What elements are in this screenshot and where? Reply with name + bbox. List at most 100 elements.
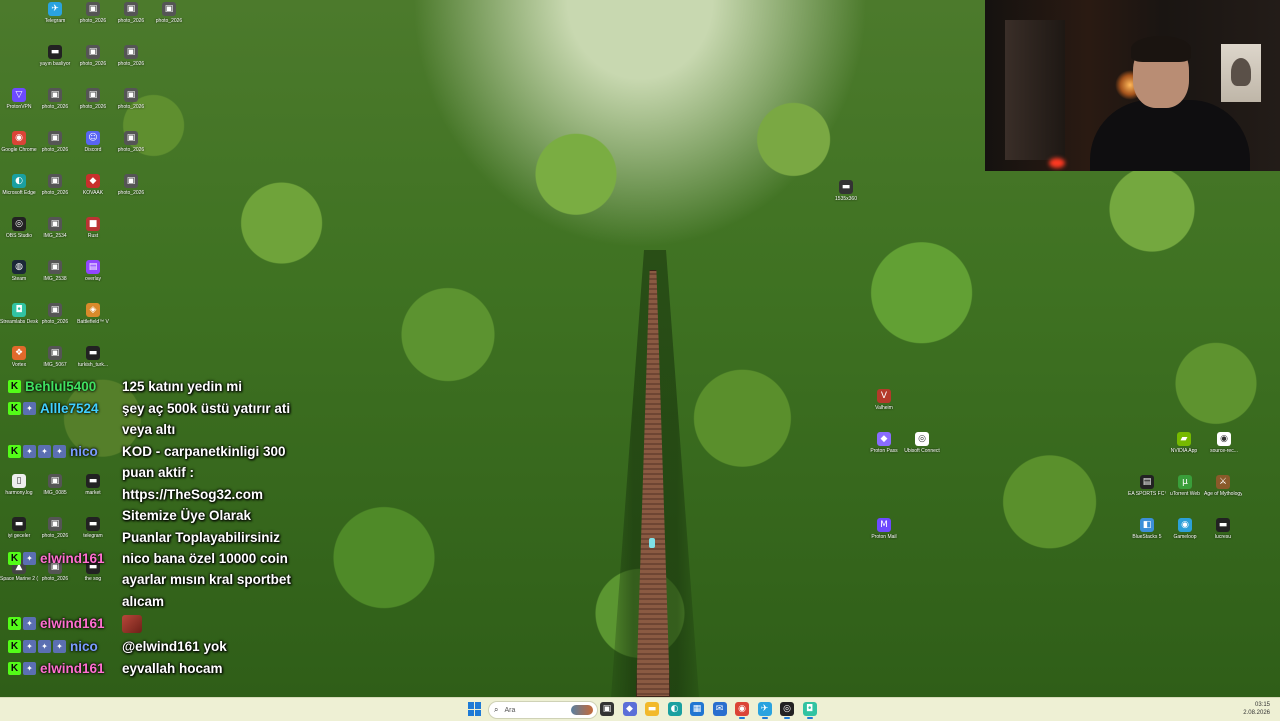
- desktop-icon[interactable]: ▣ IMG_0085: [36, 474, 74, 496]
- chat-message-header: K ✦ Allle7524: [8, 401, 99, 416]
- taskbar-chrome-icon[interactable]: ◉: [735, 702, 749, 719]
- desktop-app-icon: ▣: [48, 474, 62, 488]
- search-highlight-icon: [571, 705, 593, 715]
- desktop-icon[interactable]: ❖ Vortex: [0, 346, 38, 368]
- chat-message-text: KOD - carpanetkinligi 300 puan aktif : h…: [122, 444, 286, 545]
- desktop-icon[interactable]: ▣ photo_2026: [74, 88, 112, 110]
- desktop-icon[interactable]: ⚔ Age of Mythology: [1204, 475, 1242, 497]
- kick-badge-icon: K: [8, 552, 21, 565]
- desktop-icon[interactable]: ◧ BlueStacks 5: [1128, 518, 1166, 540]
- taskbar-edge-icon[interactable]: ◐: [667, 702, 682, 716]
- taskbar-mail-icon[interactable]: ✉: [712, 702, 727, 716]
- desktop-app-icon: ✈: [48, 2, 62, 16]
- desktop-icon[interactable]: ▣ photo_2026: [112, 131, 150, 153]
- desktop-icon[interactable]: ◉ Gameloop: [1166, 518, 1204, 540]
- desktop-icon[interactable]: ▣ IMG_5067: [36, 346, 74, 368]
- desktop-icon[interactable]: ▬ iyi geceler: [0, 517, 38, 539]
- desktop-icon[interactable]: ▬ telegram: [74, 517, 112, 539]
- webcam-red-light: [1049, 158, 1065, 168]
- desktop-icon[interactable]: ▬ 1535x360: [827, 180, 865, 202]
- desktop-icon[interactable]: ▣ photo_2026: [112, 45, 150, 67]
- desktop-icon-label: Battlefield™ V: [77, 319, 109, 325]
- desktop-icon[interactable]: ✈ Telegram: [36, 2, 74, 24]
- desktop-icon[interactable]: ◆ Proton Pass: [865, 432, 903, 454]
- desktop-app-icon: ◍: [12, 260, 26, 274]
- desktop-app-icon: ▣: [48, 131, 62, 145]
- desktop-icon[interactable]: μ uTorrent Web: [1166, 475, 1204, 497]
- taskbar-file-explorer-icon[interactable]: ▬: [645, 702, 659, 716]
- desktop-icon[interactable]: ◉ source-rec...: [1205, 432, 1243, 454]
- kick-badge-icon: K: [8, 380, 21, 393]
- desktop-icon[interactable]: ▣ photo_2026: [112, 2, 150, 24]
- desktop-icon[interactable]: ☺ Discord: [74, 131, 112, 153]
- desktop-app-icon: ■: [86, 217, 100, 231]
- desktop-icon[interactable]: ▤ overlay: [74, 260, 112, 282]
- desktop-app-icon: ▣: [86, 2, 100, 16]
- desktop-icon[interactable]: ▣ photo_2026: [36, 303, 74, 325]
- desktop-icon-label: turkish_turk...: [77, 362, 108, 368]
- desktop-icon[interactable]: ▣ photo_2026: [36, 174, 74, 196]
- desktop-app-icon: ▣: [48, 217, 62, 231]
- desktop-icon[interactable]: ◈ Battlefield™ V: [74, 303, 112, 325]
- desktop-icon-label: Microsoft Edge: [2, 190, 36, 196]
- taskbar-streamlabs-icon[interactable]: ◘: [802, 702, 817, 719]
- desktop-icon[interactable]: ▽ ProtonVPN: [0, 88, 38, 110]
- desktop-app-icon: ▬: [86, 474, 100, 488]
- desktop-icon[interactable]: ▬ turkish_turk...: [74, 346, 112, 368]
- desktop-icon[interactable]: ▣ photo_2026: [112, 88, 150, 110]
- desktop-icon[interactable]: ▣ photo_2026: [74, 2, 112, 24]
- start-button[interactable]: [468, 702, 482, 716]
- desktop-icon-label: photo_2026: [117, 147, 145, 153]
- desktop-icon[interactable]: ▣ photo_2026: [112, 174, 150, 196]
- system-clock[interactable]: 03:15 2.08.2026: [1243, 701, 1270, 717]
- webcam-person-body: [1090, 100, 1250, 171]
- taskbar-obs-icon[interactable]: ◎: [780, 702, 794, 719]
- desktop-icon[interactable]: ▣ photo_2026: [36, 517, 74, 539]
- desktop-app-icon: ◎: [915, 432, 929, 446]
- desktop-icon[interactable]: ▬ lucresu: [1204, 518, 1242, 540]
- desktop-icon[interactable]: ▣ photo_2026: [74, 45, 112, 67]
- windows-logo-tile: [475, 709, 481, 716]
- desktop-app-icon: ▬: [48, 45, 62, 59]
- user-badge-icon: ✦: [53, 445, 66, 458]
- desktop-icon[interactable]: V Valheim: [865, 389, 903, 411]
- user-badge-icon: ✦: [23, 640, 36, 653]
- taskbar-store-icon[interactable]: ▦: [690, 702, 704, 716]
- desktop-icon-label: iyi geceler: [7, 533, 31, 539]
- desktop-icon[interactable]: ◎ OBS Studio: [0, 217, 38, 239]
- desktop-icon[interactable]: M Proton Mail: [865, 518, 903, 540]
- desktop-icon-label: harmony.log: [5, 490, 33, 496]
- taskbar-search-box[interactable]: ⌕ Ara: [488, 701, 598, 719]
- desktop-icon[interactable]: ■ Rust: [74, 217, 112, 239]
- taskbar-telegram-icon[interactable]: ✈: [757, 702, 772, 719]
- desktop-app-icon: μ: [1178, 475, 1192, 489]
- desktop-icon[interactable]: ▰ NVIDIA App: [1165, 432, 1203, 454]
- kick-badge-icon: K: [8, 640, 21, 653]
- desktop-icon[interactable]: ▣ photo_2026: [36, 131, 74, 153]
- desktop-icon[interactable]: ◐ Microsoft Edge: [0, 174, 38, 196]
- desktop-icon[interactable]: ▤ EA SPORTS FC™ 26: [1128, 475, 1166, 497]
- user-badge-icon: ✦: [38, 640, 51, 653]
- desktop-app-icon: ☺: [86, 131, 100, 145]
- desktop-icon[interactable]: ◆ KOVAAK: [74, 174, 112, 196]
- desktop-icon[interactable]: ▣ IMG_2534: [36, 217, 74, 239]
- desktop-icon[interactable]: ◍ Steam: [0, 260, 38, 282]
- search-placeholder: Ara: [504, 706, 516, 714]
- user-badge-icon: ✦: [23, 402, 36, 415]
- desktop-icon[interactable]: ▬ yayın basliyor: [36, 45, 74, 67]
- taskbar-copilot-icon[interactable]: ◆: [622, 702, 637, 716]
- desktop-app-icon: ▣: [48, 346, 62, 360]
- desktop-icon[interactable]: ▬ market: [74, 474, 112, 496]
- desktop-icon[interactable]: ▣ photo_2026: [150, 2, 188, 24]
- kick-badge-icon: K: [8, 402, 21, 415]
- desktop-icon[interactable]: ▣ IMG_2538: [36, 260, 74, 282]
- desktop-icon[interactable]: ◘ Streamlabs Desktop: [0, 303, 38, 325]
- desktop-icon[interactable]: ◎ Ubisoft Connect: [903, 432, 941, 454]
- desktop-icon[interactable]: ▯ harmony.log: [0, 474, 38, 496]
- taskbar-task-view-icon[interactable]: ▣: [600, 702, 614, 716]
- desktop-icon[interactable]: ▣ photo_2026: [36, 88, 74, 110]
- desktop-app-icon: ▬: [86, 346, 100, 360]
- desktop-icon[interactable]: ◉ Google Chrome: [0, 131, 38, 153]
- desktop-app-icon: ◉: [12, 131, 26, 145]
- desktop-app-icon: ▣: [124, 2, 138, 16]
